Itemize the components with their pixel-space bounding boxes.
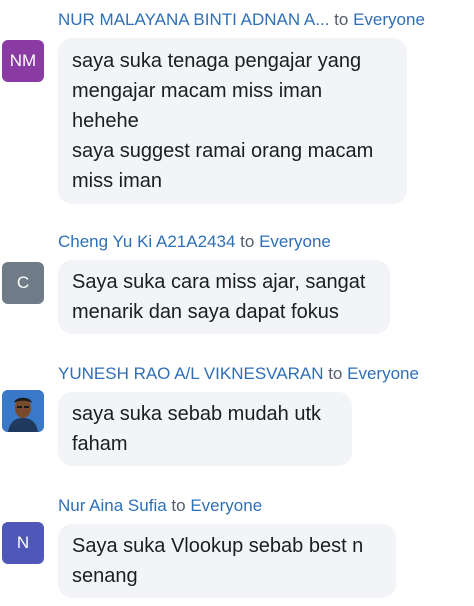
message-line: miss iman <box>72 170 163 192</box>
message-bubble: saya suka sebab mudah utk faham <box>58 392 352 466</box>
to-label: to <box>240 232 255 251</box>
message-line: saya suka sebab mudah utk <box>72 403 322 425</box>
message-line: menarik dan saya dapat fokus <box>72 301 339 323</box>
sender-name[interactable]: Nur Aina Sufia <box>58 496 167 515</box>
to-label: to <box>328 364 343 383</box>
avatar-photo <box>2 390 44 432</box>
message-line: mengajar macam miss iman <box>72 80 323 102</box>
message-line: Saya suka Vlookup sebab best n <box>72 535 364 557</box>
message-header: YUNESH RAO A/L VIKNESVARAN to Everyone <box>58 362 419 386</box>
message-line: saya suggest ramai orang macam <box>72 140 374 162</box>
avatar-initials: N <box>16 533 30 552</box>
audience-label: Everyone <box>259 232 331 251</box>
avatar: N <box>2 522 44 564</box>
sender-name[interactable]: Cheng Yu Ki A21A2434 <box>58 232 235 251</box>
avatar-initials: C <box>16 273 30 292</box>
person-photo-icon <box>2 390 44 432</box>
message-bubble: saya suka tenaga pengajar yang mengajar … <box>58 38 407 204</box>
message-bubble: Saya suka cara miss ajar, sangat menarik… <box>58 260 390 334</box>
message-bubble: Saya suka Vlookup sebab best n senang <box>58 524 396 598</box>
avatar: C <box>2 262 44 304</box>
sender-name[interactable]: YUNESH RAO A/L VIKNESVARAN <box>58 364 323 383</box>
message-header: NUR MALAYANA BINTI ADNAN A... to Everyon… <box>58 8 425 32</box>
avatar: NM <box>2 40 44 82</box>
message-line: faham <box>72 433 128 455</box>
message-line: senang <box>72 565 138 587</box>
sender-name[interactable]: NUR MALAYANA BINTI ADNAN A... <box>58 10 329 29</box>
message-line: Saya suka cara miss ajar, sangat <box>72 271 366 293</box>
message-line: saya suka tenaga pengajar yang <box>72 50 362 72</box>
to-label: to <box>334 10 349 29</box>
avatar-initials: NM <box>9 51 37 70</box>
audience-label: Everyone <box>190 496 263 515</box>
to-label: to <box>171 496 186 515</box>
audience-label: Everyone <box>353 10 425 29</box>
message-header: Nur Aina Sufia to Everyone <box>58 494 262 518</box>
message-line: hehehe <box>72 110 139 132</box>
audience-label: Everyone <box>347 364 419 383</box>
message-header: Cheng Yu Ki A21A2434 to Everyone <box>58 230 331 254</box>
